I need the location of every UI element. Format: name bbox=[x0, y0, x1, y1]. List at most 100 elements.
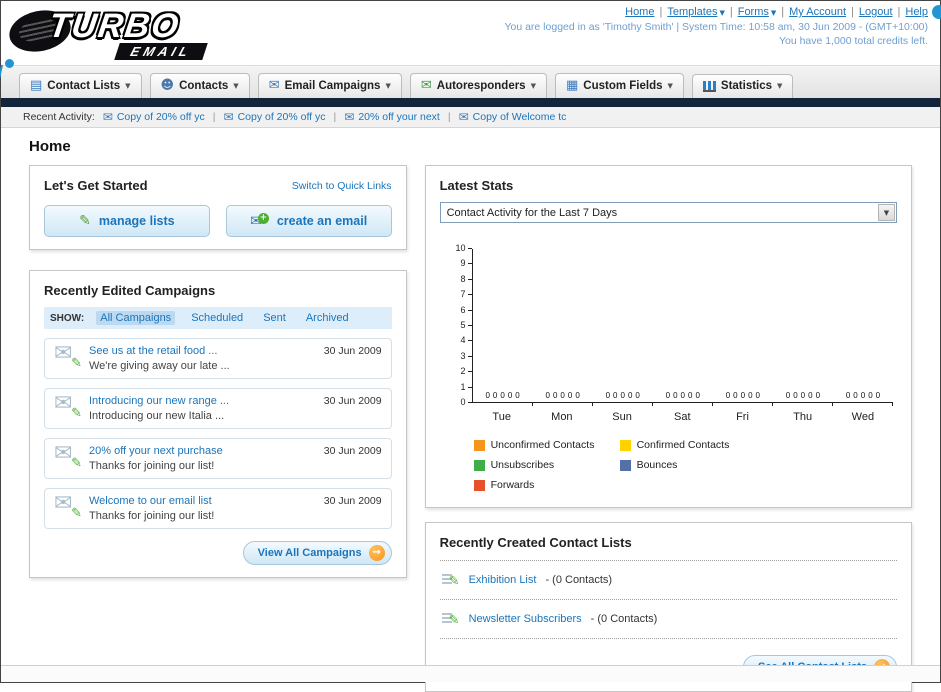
chevron-down-icon: ▼ bbox=[385, 81, 391, 90]
contact-list-row[interactable]: ✎ Newsletter Subscribers - (0 Contacts) bbox=[439, 600, 897, 639]
header-right: Home | Templates ▼ | Forms ▼ | My Account | Logout… bbox=[504, 6, 928, 47]
campaign-row[interactable]: ✉ ✎ Introducing our new range ... Introduci… bbox=[44, 388, 392, 429]
nav-link-home[interactable]: Home bbox=[625, 6, 654, 18]
campaign-date: 30 Jun 2009 bbox=[323, 445, 382, 457]
campaign-row[interactable]: ✉ ✎ See us at the retail food ... We're giv… bbox=[44, 338, 392, 379]
chart-value-labels: 00000 bbox=[713, 391, 773, 400]
create-email-button[interactable]: ✉+ create an email bbox=[225, 205, 392, 237]
campaign-list: ✉ ✎ See us at the retail food ... We're giv… bbox=[44, 338, 392, 529]
pencil-icon: ✎ bbox=[71, 456, 82, 471]
campaign-date: 30 Jun 2009 bbox=[323, 495, 382, 507]
nav-link-logout[interactable]: Logout bbox=[859, 6, 893, 18]
recent-activity-item[interactable]: ✉ Copy of Welcome tc bbox=[459, 110, 567, 124]
view-all-campaigns-button[interactable]: View All Campaigns → bbox=[242, 541, 392, 565]
nav-link-help[interactable]: Help bbox=[905, 6, 928, 18]
legend-swatch bbox=[619, 439, 631, 451]
activity-separator: | bbox=[212, 111, 216, 123]
legend-label: Confirmed Contacts bbox=[636, 439, 730, 451]
app-logo: TURBO EMAIL bbox=[5, 4, 259, 60]
tab-statistics[interactable]: Statistics ▼ bbox=[691, 74, 794, 98]
legend-swatch bbox=[473, 439, 485, 451]
nav-link-templates[interactable]: Templates bbox=[667, 6, 717, 18]
filter-sent[interactable]: Sent bbox=[259, 311, 290, 325]
campaign-title-link[interactable]: See us at the retail food ... bbox=[89, 345, 315, 357]
nav-link-my-account[interactable]: My Account bbox=[789, 6, 846, 18]
chart-value-label: 0 bbox=[605, 391, 611, 400]
view-all-campaigns-label: View All Campaigns bbox=[257, 547, 362, 559]
chart-value-label: 0 bbox=[808, 391, 813, 400]
contact-list-link[interactable]: Newsletter Subscribers bbox=[469, 613, 582, 625]
y-axis-tick-label: 0 bbox=[460, 397, 466, 407]
tab-custom-fields[interactable]: ▦ Custom Fields ▼ bbox=[554, 73, 684, 98]
chevron-down-icon: ▼ bbox=[125, 81, 131, 90]
recent-activity-link[interactable]: Copy of 20% off yc bbox=[238, 111, 326, 123]
chart-x-axis-labels: Tue Mon Sun Sat Fri Thu Wed bbox=[472, 411, 893, 423]
campaign-title-link[interactable]: Introducing our new range ... bbox=[89, 395, 315, 407]
chart-value-label: 0 bbox=[800, 391, 806, 400]
dark-divider-bar bbox=[1, 98, 940, 107]
nav-link-forms[interactable]: Forms bbox=[738, 6, 769, 18]
nav-separator: | bbox=[897, 6, 901, 18]
nav-separator: | bbox=[659, 6, 663, 18]
decor-dot-icon bbox=[5, 59, 14, 68]
chart-value-label: 0 bbox=[868, 391, 873, 400]
chart-value-labels: 00000 bbox=[653, 391, 713, 400]
envelope-plus-icon: ✉+ bbox=[250, 212, 269, 230]
contact-lists-panel-title: Recently Created Contact Lists bbox=[439, 535, 632, 550]
latest-stats-panel: Latest Stats Contact Activity for the La… bbox=[424, 165, 912, 508]
tab-contacts[interactable]: ☻ Contacts ▼ bbox=[149, 73, 250, 98]
credits-info: You have 1,000 total credits left. bbox=[778, 35, 928, 47]
recent-activity-item[interactable]: ✉ Copy of 20% off yc bbox=[103, 110, 205, 124]
chart-value-labels: 00000 bbox=[473, 391, 533, 400]
filter-archived[interactable]: Archived bbox=[302, 311, 353, 325]
get-started-panel: Let's Get Started Switch to Quick Links … bbox=[29, 165, 407, 250]
chart-value-label: 0 bbox=[793, 391, 798, 400]
chart-plot-area: 00000000000000000000000000000000000 bbox=[471, 249, 894, 406]
arrow-right-icon: → bbox=[368, 545, 385, 561]
chart-value-label: 0 bbox=[860, 391, 866, 400]
y-axis-tick-label: 10 bbox=[455, 243, 466, 253]
tab-email-campaigns[interactable]: ✉ Email Campaigns ▼ bbox=[257, 73, 402, 98]
recent-activity-item[interactable]: ✉ 20% off your next bbox=[344, 110, 440, 124]
legend-item: Unconfirmed Contacts bbox=[473, 439, 620, 451]
tab-contact-lists[interactable]: ▤ Contact Lists ▼ bbox=[19, 73, 142, 98]
campaign-title-link[interactable]: Welcome to our email list bbox=[89, 495, 315, 507]
envelope-pencil-icon: ✉ ✎ bbox=[54, 341, 82, 371]
recent-activity-link[interactable]: Copy of 20% off yc bbox=[117, 111, 205, 123]
get-started-title: Let's Get Started bbox=[44, 178, 148, 193]
campaign-texts: 20% off your next purchase Thanks for joi… bbox=[89, 445, 315, 472]
recent-activity-item[interactable]: ✉ Copy of 20% off yc bbox=[224, 110, 326, 124]
x-axis-tick-label: Sat bbox=[674, 411, 691, 423]
contact-list-link[interactable]: Exhibition List bbox=[469, 574, 537, 586]
tab-autoresponders[interactable]: ✉ Autoresponders ▼ bbox=[409, 73, 547, 98]
chart-day-column: 00000 bbox=[833, 249, 894, 406]
filter-all-campaigns[interactable]: All Campaigns bbox=[96, 311, 176, 325]
stats-period-select[interactable]: Contact Activity for the Last 7 Days ▼ bbox=[439, 202, 897, 223]
chart-value-label: 0 bbox=[815, 391, 821, 400]
recent-activity-link[interactable]: 20% off your next bbox=[358, 111, 440, 123]
contact-activity-chart: 0 1 2 3 4 5 6 7 8 9 10 000000000000000000000000000… bbox=[450, 243, 894, 407]
main-nav-tabbar: ▤ Contact Lists ▼ ☻ Contacts ▼ ✉ Email Campaign… bbox=[1, 65, 940, 98]
contact-list-row[interactable]: ✎ Exhibition List - (0 Contacts) bbox=[439, 560, 897, 600]
campaign-title-link[interactable]: 20% off your next purchase bbox=[89, 445, 315, 457]
chart-value-label: 0 bbox=[740, 391, 746, 400]
legend-label: Unconfirmed Contacts bbox=[490, 439, 595, 451]
chart-value-label: 0 bbox=[845, 391, 851, 400]
chart-day-column: 00000 bbox=[533, 249, 593, 406]
logo-sub-text: EMAIL bbox=[114, 43, 209, 60]
filter-scheduled[interactable]: Scheduled bbox=[187, 311, 247, 325]
chart-value-label: 0 bbox=[635, 391, 640, 400]
legend-swatch bbox=[473, 459, 485, 471]
switch-quick-links-link[interactable]: Switch to Quick Links bbox=[292, 180, 392, 192]
contacts-icon: ☻ bbox=[160, 78, 175, 93]
campaign-row[interactable]: ✉ ✎ Welcome to our email list Thanks for jo… bbox=[44, 488, 392, 529]
campaign-row[interactable]: ✉ ✎ 20% off your next purchase Thanks for j… bbox=[44, 438, 392, 479]
manage-lists-button[interactable]: ✎ manage lists bbox=[44, 205, 210, 237]
chart-value-label: 0 bbox=[695, 391, 700, 400]
tab-label: Statistics bbox=[720, 80, 773, 92]
nav-separator: | bbox=[851, 6, 854, 18]
pencil-icon: ✎ bbox=[448, 613, 460, 628]
campaigns-filter-bar: SHOW: All Campaigns Scheduled Sent Archived bbox=[44, 307, 392, 329]
recent-activity-link[interactable]: Copy of Welcome tc bbox=[473, 111, 567, 123]
activity-separator: | bbox=[333, 111, 337, 123]
